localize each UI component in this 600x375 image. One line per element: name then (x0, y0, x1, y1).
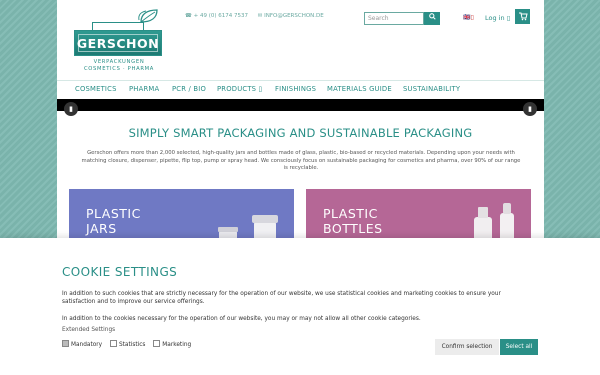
login-link[interactable]: Log in ▯ (485, 14, 510, 22)
tile-label: PLASTIC BOTTLES (323, 206, 383, 236)
tile-label-line2: JARS (86, 221, 117, 236)
search-input[interactable]: Search (364, 12, 424, 25)
checkbox-mandatory-box (62, 340, 69, 347)
checkbox-statistics-label[interactable]: Statistics (119, 342, 146, 348)
extended-settings-link[interactable]: Extended Settings (62, 327, 115, 333)
nav-item-sustainability[interactable]: SUSTAINABILITY (403, 85, 460, 93)
cookie-title: COOKIE SETTINGS (62, 265, 178, 279)
main-navigation: COSMETICS PHARMA PCR / BIO PRODUCTS ▯ FI… (57, 80, 544, 99)
tile-label-line1: PLASTIC (86, 206, 141, 221)
cart-button[interactable] (515, 9, 530, 24)
confirm-selection-button[interactable]: Confirm selection (435, 339, 499, 355)
language-selector[interactable]: 🇬🇧▯ (463, 14, 474, 21)
slider-bar (57, 99, 544, 111)
nav-item-pharma[interactable]: PHARMA (129, 85, 159, 93)
intro-text: Gerschon offers more than 2,000 selected… (81, 150, 521, 171)
checkbox-marketing[interactable]: Marketing (153, 340, 191, 348)
cookie-settings-panel: COOKIE SETTINGS In addition to such cook… (0, 238, 600, 375)
chevron-down-icon: ▯ (470, 14, 474, 21)
logo-lid (92, 22, 144, 30)
search-icon (428, 13, 436, 20)
site-header: GERSCHON VERPACKUNGEN COSMETICS · PHARMA… (57, 0, 544, 80)
checkbox-mandatory: Mandatory (62, 340, 104, 348)
slider-next-button[interactable]: ▮ (523, 102, 537, 116)
cookie-checkbox-group: Mandatory Statistics Marketing (62, 340, 197, 348)
page-headline: SIMPLY SMART PACKAGING AND SUSTAINABLE P… (128, 126, 473, 140)
checkbox-statistics[interactable]: Statistics (109, 340, 147, 348)
tile-label-line1: PLASTIC (323, 206, 378, 221)
checkbox-marketing-box[interactable] (153, 340, 161, 347)
slider-prev-button[interactable]: ▮ (64, 102, 78, 116)
nav-item-cosmetics[interactable]: COSMETICS (75, 85, 117, 93)
nav-item-pcr-bio[interactable]: PCR / BIO (172, 85, 206, 93)
chevron-left-icon: ▮ (69, 105, 73, 113)
checkbox-mandatory-label: Mandatory (71, 342, 103, 348)
tile-label: PLASTIC JARS (86, 206, 141, 236)
phone-link[interactable]: ☎ + 49 (0) 6174 7537 (185, 13, 248, 19)
cookie-description: In addition to such cookies that are str… (62, 291, 501, 305)
select-all-button[interactable]: Select all (500, 339, 538, 355)
nav-item-materials-guide[interactable]: MATERIALS GUIDE (327, 85, 392, 93)
tile-label-line2: BOTTLES (323, 221, 383, 236)
email-link[interactable]: ✉ INFO@GERSCHON.DE (258, 13, 324, 19)
logo-text: GERSCHON (76, 36, 160, 51)
search-button[interactable] (424, 12, 440, 25)
chevron-down-icon: ▯ (506, 14, 511, 22)
checkbox-statistics-box[interactable] (109, 340, 117, 347)
nav-item-products[interactable]: PRODUCTS ▯ (217, 85, 263, 93)
logo-subtitle: VERPACKUNGEN COSMETICS · PHARMA (74, 59, 164, 72)
logo-subtitle-line2: COSMETICS · PHARMA (83, 65, 155, 72)
cookie-consent-note: In addition to the cookies necessary for… (62, 316, 421, 322)
cart-icon (518, 12, 528, 21)
nav-item-finishings[interactable]: FINISHINGS (275, 85, 316, 93)
contact-info: ☎ + 49 (0) 6174 7537 ✉ INFO@GERSCHON.DE (185, 13, 332, 19)
checkbox-marketing-label[interactable]: Marketing (162, 342, 191, 348)
chevron-right-icon: ▮ (528, 105, 532, 113)
gerschon-logo[interactable]: GERSCHON VERPACKUNGEN COSMETICS · PHARMA (74, 8, 164, 72)
login-label: Log in (485, 14, 505, 22)
